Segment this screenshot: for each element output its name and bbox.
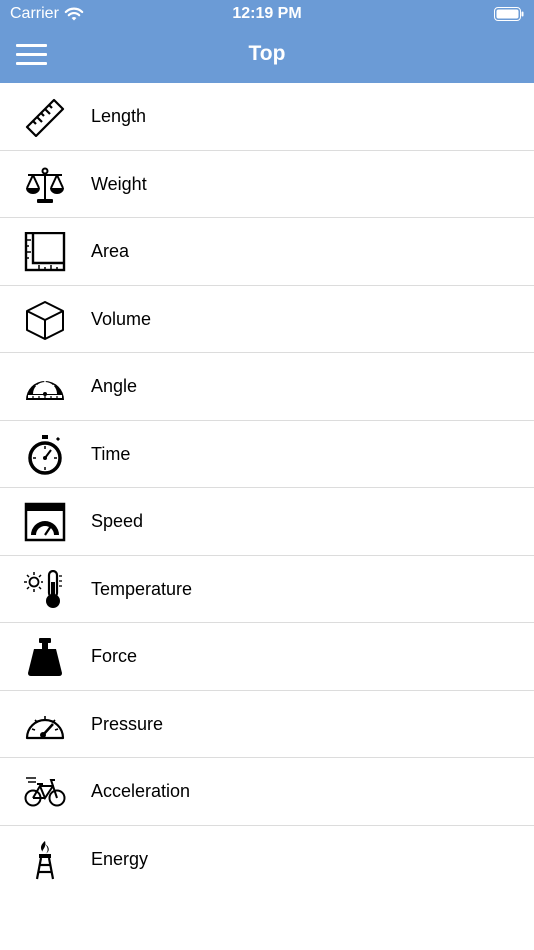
- page-title: Top: [248, 42, 286, 65]
- list-item-label: Angle: [91, 376, 138, 396]
- list-item-label: Volume: [91, 308, 152, 329]
- list-item-label: Speed: [91, 511, 144, 531]
- bicycle-icon: [24, 772, 66, 812]
- stopwatch-icon: [24, 434, 66, 475]
- list-item-area[interactable]: Area: [0, 218, 534, 286]
- list-item-label: Force: [91, 646, 138, 666]
- list-item-time[interactable]: Time: [0, 421, 534, 488]
- list-item-label: Temperature: [91, 578, 193, 599]
- ruler-icon: [24, 97, 66, 137]
- battery-icon: [494, 7, 524, 21]
- list-item-energy[interactable]: Energy: [0, 826, 534, 894]
- cube-icon: [24, 300, 66, 340]
- list-item-force[interactable]: Force: [0, 623, 534, 691]
- list-item-angle[interactable]: Angle: [0, 353, 534, 421]
- scale-icon: [24, 165, 66, 205]
- list-item-label: Weight: [91, 173, 147, 194]
- speedometer-icon: [24, 502, 66, 542]
- list-item-label: Pressure: [91, 713, 164, 734]
- thermometer-icon: [24, 569, 66, 610]
- torch-icon: [24, 840, 66, 880]
- list-item-acceleration[interactable]: Acceleration: [0, 758, 534, 826]
- protractor-icon: [24, 367, 66, 407]
- list-item-volume[interactable]: Volume: [0, 286, 534, 353]
- list-item-label: Time: [91, 443, 131, 464]
- list-item-label: Length: [91, 106, 147, 126]
- list-item-pressure[interactable]: Pressure: [0, 691, 534, 758]
- list-item-temperature[interactable]: Temperature: [0, 556, 534, 623]
- area-icon: [24, 232, 66, 272]
- weight-icon: [24, 637, 66, 677]
- status-bar: Carrier 12:19 PM: [0, 0, 534, 28]
- list-item-label: Acceleration: [91, 781, 191, 801]
- list-item-weight[interactable]: Weight: [0, 151, 534, 218]
- nav-bar: Top: [0, 28, 534, 83]
- list-item-label: Area: [91, 241, 130, 261]
- list-item-length[interactable]: Length: [0, 83, 534, 151]
- status-time: 12:19 PM: [232, 5, 302, 22]
- gauge-icon: [24, 705, 66, 745]
- list-item-speed[interactable]: Speed: [0, 488, 534, 556]
- list-item-label: Energy: [91, 848, 149, 869]
- category-list: Length Weight Area Volume Angle Time Spe…: [0, 83, 534, 893]
